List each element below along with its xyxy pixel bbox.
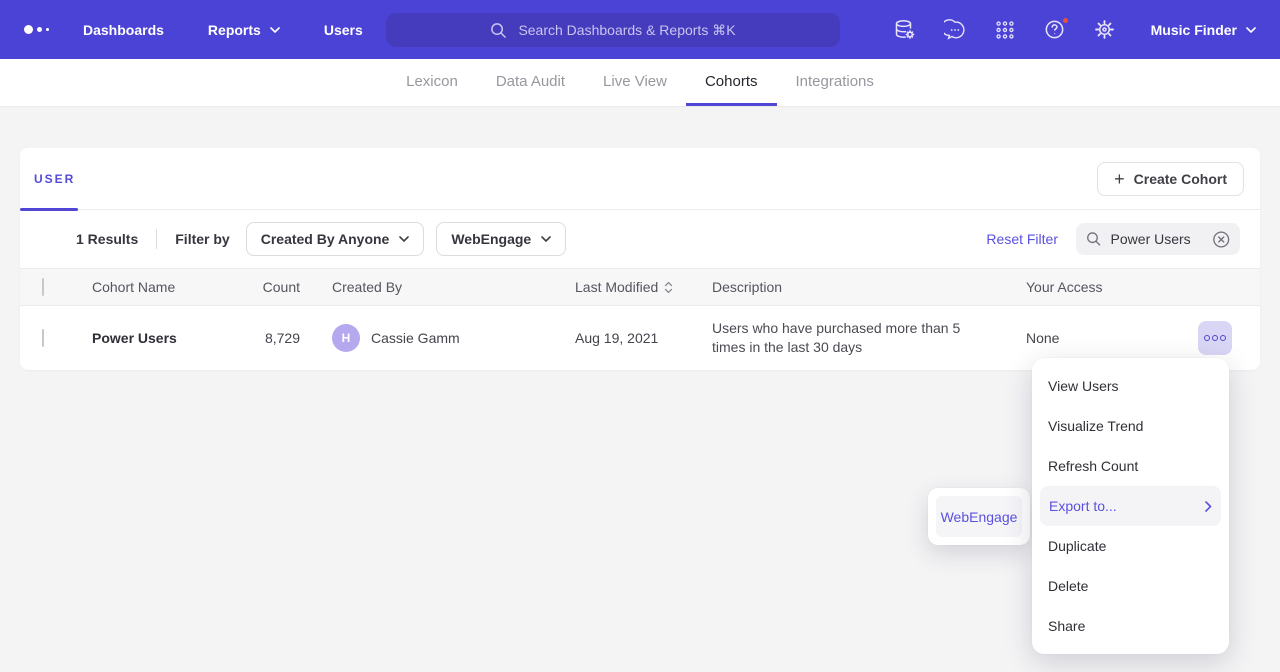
cohort-search-box[interactable]: [1076, 223, 1240, 255]
filter-toolbar-right: Reset Filter: [986, 223, 1240, 255]
active-tab-underline: [20, 208, 78, 211]
select-all-checkbox[interactable]: [42, 278, 44, 296]
created-by-filter-dropdown[interactable]: Created By Anyone: [246, 222, 425, 256]
tab-data-audit[interactable]: Data Audit: [477, 59, 584, 106]
mixpanel-logo-icon[interactable]: [24, 25, 49, 34]
menu-item-export-to[interactable]: Export to...: [1040, 486, 1221, 526]
results-count: 1 Results: [76, 231, 138, 247]
global-search-input[interactable]: Search Dashboards & Reports ⌘K: [386, 13, 840, 47]
menu-item-refresh-count[interactable]: Refresh Count: [1032, 446, 1229, 486]
menu-item-visualize-trend[interactable]: Visualize Trend: [1032, 406, 1229, 446]
column-header-created-by: Created By: [300, 279, 530, 295]
nav-item-reports[interactable]: Reports: [208, 22, 280, 38]
clear-search-icon[interactable]: [1212, 230, 1230, 249]
export-submenu: WebEngage: [928, 488, 1030, 545]
menu-item-delete[interactable]: Delete: [1032, 566, 1229, 606]
cohorts-card-header: USER + Create Cohort: [20, 148, 1260, 210]
chevron-down-icon: [541, 236, 551, 242]
cohorts-card: USER + Create Cohort 1 Results Filter by…: [20, 148, 1260, 370]
navbar-actions: Music Finder: [893, 18, 1256, 42]
filter-toolbar: 1 Results Filter by Created By Anyone We…: [20, 210, 1260, 268]
integration-filter-dropdown[interactable]: WebEngage: [436, 222, 566, 256]
settings-gear-icon[interactable]: [1093, 18, 1117, 42]
global-search-placeholder: Search Dashboards & Reports ⌘K: [518, 22, 735, 39]
apps-grid-icon[interactable]: [993, 18, 1017, 42]
column-header-last-modified[interactable]: Last Modified: [530, 279, 675, 295]
data-management-icon[interactable]: [893, 18, 917, 42]
cohort-name-cell: Power Users: [76, 330, 216, 346]
chevron-down-icon: [270, 27, 280, 33]
table-header-row: Cohort Name Count Created By Last Modifi…: [20, 268, 1260, 306]
column-header-your-access: Your Access: [965, 279, 1260, 295]
cohort-search-input[interactable]: [1111, 231, 1203, 247]
notification-dot: [1061, 16, 1070, 25]
top-navbar: Dashboards Reports Users Search Dashboar…: [0, 0, 1280, 59]
chevron-right-icon: [1205, 501, 1212, 512]
description-cell: Users who have purchased more than 5 tim…: [712, 319, 967, 357]
nav-item-dashboards[interactable]: Dashboards: [83, 22, 164, 38]
project-name: Music Finder: [1151, 22, 1237, 38]
project-switcher[interactable]: Music Finder: [1151, 22, 1256, 38]
last-modified-cell: Aug 19, 2021: [530, 330, 675, 346]
column-header-cohort-name: Cohort Name: [76, 279, 216, 295]
menu-item-view-users[interactable]: View Users: [1032, 366, 1229, 406]
created-by-name: Cassie Gamm: [371, 330, 460, 346]
reset-filter-link[interactable]: Reset Filter: [986, 231, 1058, 247]
search-icon: [1086, 231, 1102, 247]
primary-nav: Dashboards Reports Users: [83, 22, 363, 38]
created-by-cell: H Cassie Gamm: [300, 324, 530, 352]
cohort-count-cell: 8,729: [216, 330, 300, 346]
column-header-count: Count: [216, 279, 300, 295]
menu-item-share[interactable]: Share: [1032, 606, 1229, 646]
tab-cohorts[interactable]: Cohorts: [686, 59, 777, 106]
submenu-item-webengage[interactable]: WebEngage: [936, 496, 1022, 537]
plus-icon: +: [1114, 170, 1125, 188]
column-header-description: Description: [675, 279, 965, 295]
avatar: H: [332, 324, 360, 352]
create-cohort-button[interactable]: + Create Cohort: [1097, 162, 1244, 196]
search-icon: [490, 22, 507, 39]
tab-user-cohorts[interactable]: USER: [34, 172, 75, 186]
row-more-options-button[interactable]: [1198, 321, 1232, 355]
messages-icon[interactable]: [943, 18, 967, 42]
chevron-down-icon: [399, 236, 409, 242]
nav-item-users[interactable]: Users: [324, 22, 363, 38]
chevron-down-icon: [1246, 27, 1256, 33]
row-context-menu: View Users Visualize Trend Refresh Count…: [1032, 358, 1229, 654]
tab-integrations[interactable]: Integrations: [777, 59, 893, 106]
tab-live-view[interactable]: Live View: [584, 59, 686, 106]
sort-icon: [664, 281, 673, 294]
help-icon[interactable]: [1043, 18, 1067, 42]
divider: [156, 229, 157, 249]
menu-item-duplicate[interactable]: Duplicate: [1032, 526, 1229, 566]
settings-tabbar: Lexicon Data Audit Live View Cohorts Int…: [0, 59, 1280, 107]
row-checkbox[interactable]: [42, 329, 44, 347]
tab-lexicon[interactable]: Lexicon: [387, 59, 477, 106]
filter-by-label: Filter by: [175, 231, 229, 247]
